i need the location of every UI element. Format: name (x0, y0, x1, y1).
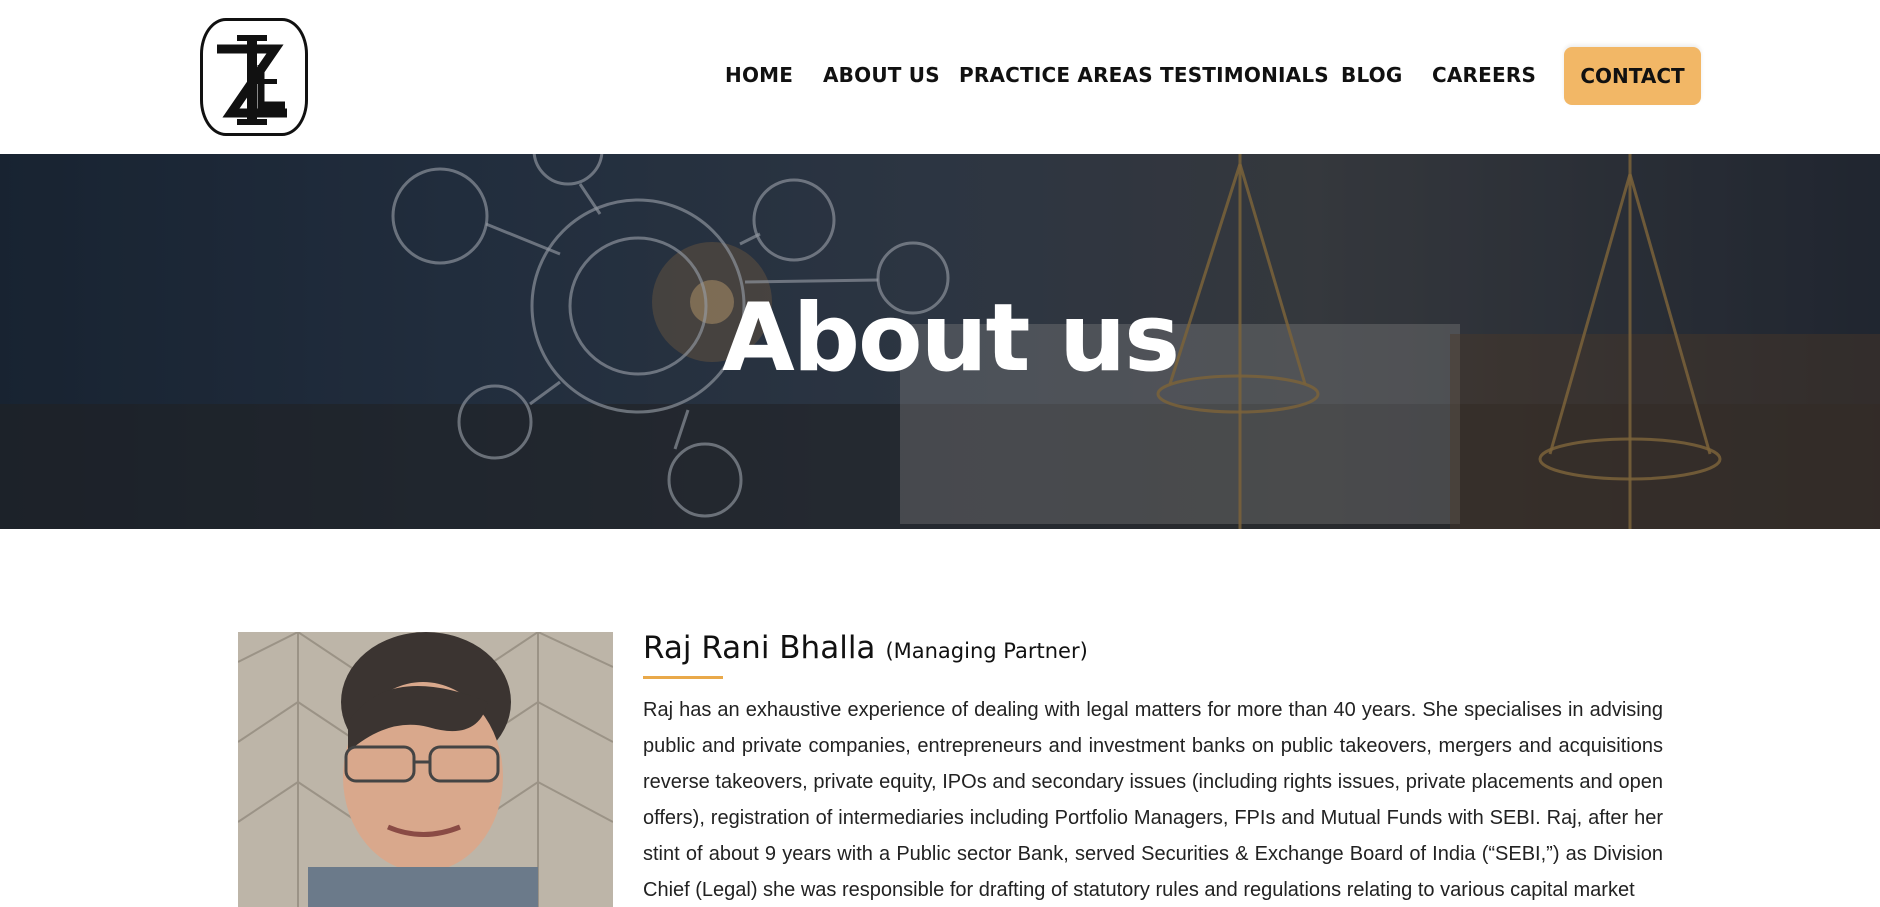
firm-monogram-icon (217, 35, 287, 125)
logo[interactable] (200, 18, 308, 136)
hero-banner: About us (0, 154, 1880, 529)
profile-name: Raj Rani Bhalla (643, 630, 876, 666)
profile-bio: Raj has an exhaustive experience of deal… (643, 699, 1663, 901)
contact-button[interactable]: CONTACT (1564, 47, 1701, 105)
profile-photo (238, 632, 613, 907)
profile-role: (Managing Partner) (885, 639, 1088, 663)
heading-underline (643, 676, 723, 679)
page-title: About us (721, 284, 1180, 393)
nav-home[interactable]: HOME (725, 63, 793, 87)
nav-careers[interactable]: CAREERS (1432, 63, 1536, 87)
nav-practice-areas[interactable]: PRACTICE AREAS (959, 63, 1153, 87)
portrait-image (238, 632, 613, 907)
site-header: HOME ABOUT US PRACTICE AREAS TESTIMONIAL… (0, 0, 1880, 154)
nav-about-us[interactable]: ABOUT US (823, 63, 940, 87)
profile-heading: Raj Rani Bhalla (Managing Partner) (643, 630, 1088, 666)
nav-blog[interactable]: BLOG (1341, 63, 1403, 87)
nav-testimonials[interactable]: TESTIMONIALS (1160, 63, 1329, 87)
